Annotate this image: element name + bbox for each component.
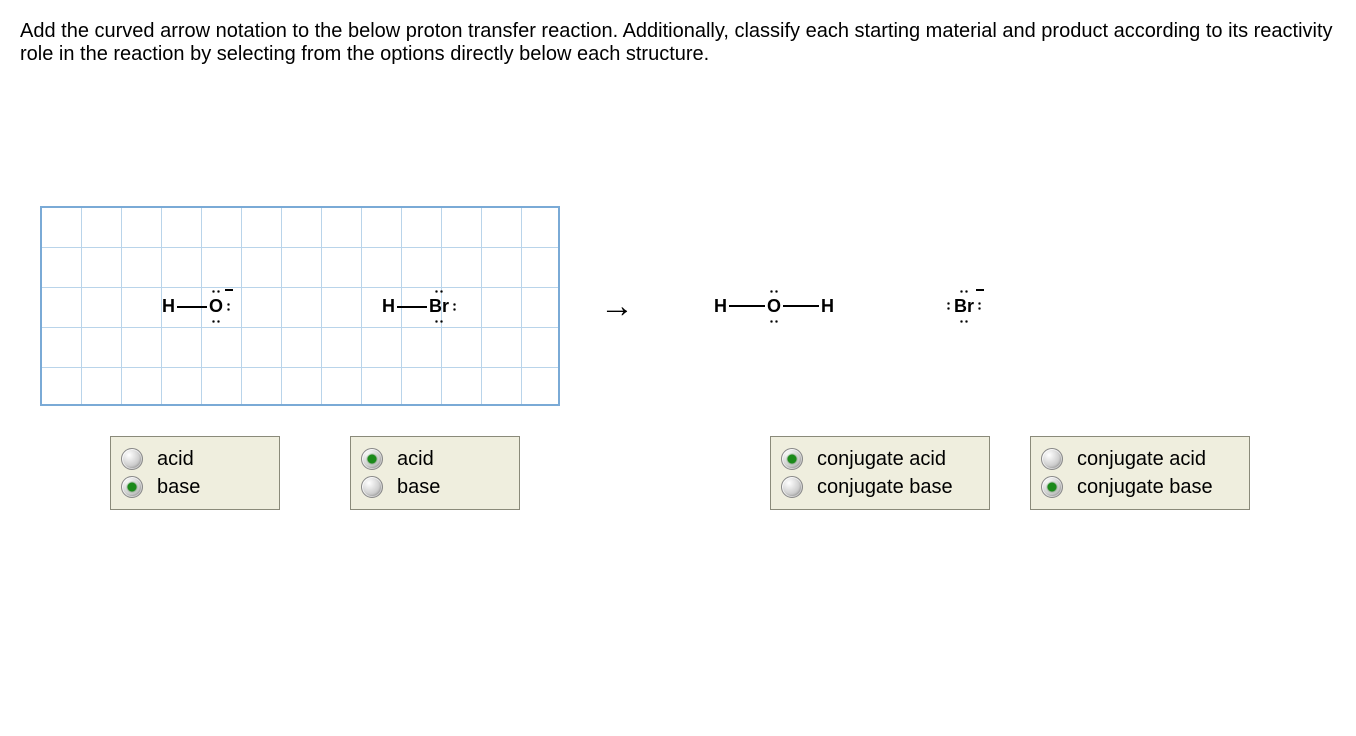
option-label: conjugate base	[817, 477, 953, 498]
option-conjugate-base[interactable]: conjugate base	[781, 473, 971, 501]
classify-group-3: conjugate acid conjugate base	[770, 436, 990, 510]
radio-icon[interactable]	[121, 476, 143, 498]
radio-icon[interactable]	[1041, 476, 1063, 498]
option-label: conjugate base	[1077, 477, 1213, 498]
product-bromide: Br	[954, 296, 974, 317]
radio-icon[interactable]	[1041, 448, 1063, 470]
negative-charge-icon	[976, 289, 984, 291]
option-label: conjugate acid	[817, 449, 946, 470]
radio-icon[interactable]	[781, 448, 803, 470]
options-row: acid base acid base conjugate acid conju…	[20, 436, 1336, 510]
option-acid[interactable]: acid	[121, 445, 261, 473]
reactant-hbr[interactable]: H Br	[382, 296, 449, 317]
product-water: H O H	[714, 296, 834, 317]
option-conjugate-base[interactable]: conjugate base	[1041, 473, 1231, 501]
drawing-canvas[interactable]: H O H Br	[40, 206, 560, 406]
classify-group-4: conjugate acid conjugate base	[1030, 436, 1250, 510]
classify-group-1: acid base	[110, 436, 280, 510]
atom-h: H	[714, 296, 727, 317]
option-label: base	[157, 477, 200, 498]
option-label: conjugate acid	[1077, 449, 1206, 470]
atom-o: O	[767, 296, 781, 317]
atom-br: Br	[429, 296, 449, 317]
atom-br: Br	[954, 296, 974, 317]
reaction-row: H O H Br → H O H	[20, 206, 1336, 406]
radio-icon[interactable]	[121, 448, 143, 470]
option-label: acid	[397, 449, 434, 470]
products: H O H Br	[714, 296, 974, 317]
option-base[interactable]: base	[361, 473, 501, 501]
bond	[177, 306, 207, 308]
radio-icon[interactable]	[781, 476, 803, 498]
radio-icon[interactable]	[361, 448, 383, 470]
option-acid[interactable]: acid	[361, 445, 501, 473]
option-base[interactable]: base	[121, 473, 261, 501]
classify-group-2: acid base	[350, 436, 520, 510]
atom-h: H	[382, 296, 395, 317]
atom-h: H	[821, 296, 834, 317]
atom-h: H	[162, 296, 175, 317]
radio-icon[interactable]	[361, 476, 383, 498]
option-label: base	[397, 477, 440, 498]
question-prompt: Add the curved arrow notation to the bel…	[20, 20, 1336, 66]
option-conjugate-acid[interactable]: conjugate acid	[1041, 445, 1231, 473]
reaction-arrow-icon: →	[600, 287, 634, 326]
reactant-hydroxide[interactable]: H O	[162, 296, 223, 317]
option-conjugate-acid[interactable]: conjugate acid	[781, 445, 971, 473]
negative-charge-icon	[225, 289, 233, 291]
atom-o: O	[209, 296, 223, 317]
bond	[783, 305, 819, 307]
bond	[397, 306, 427, 308]
option-label: acid	[157, 449, 194, 470]
bond	[729, 305, 765, 307]
